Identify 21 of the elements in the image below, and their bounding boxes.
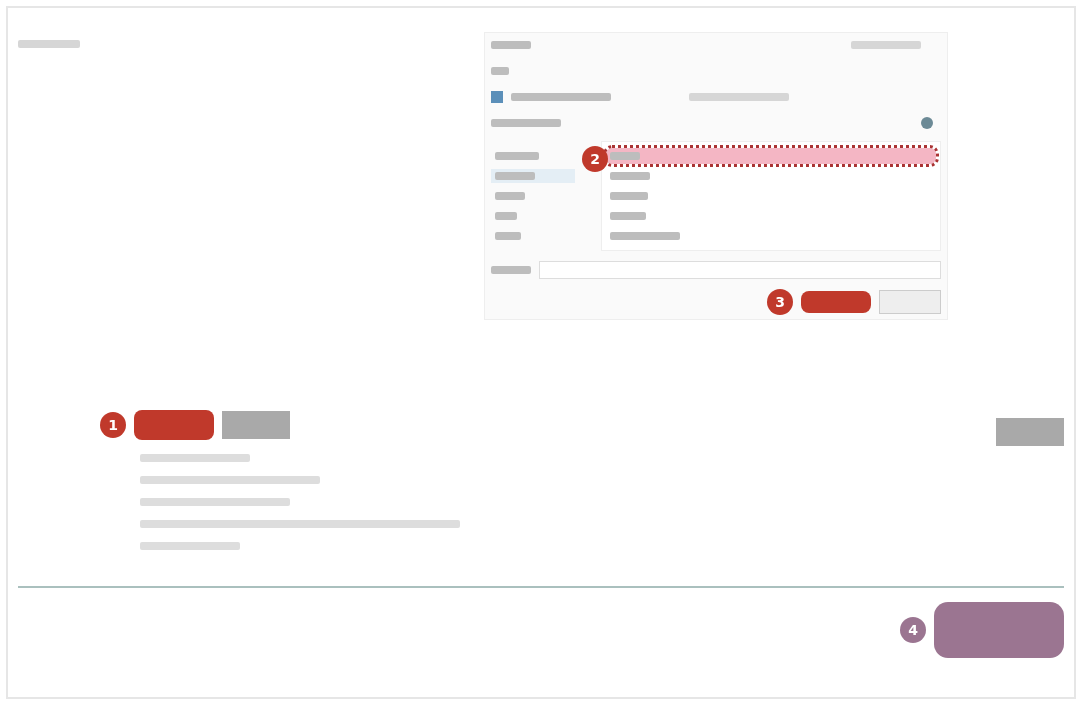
step-badge: 1 bbox=[100, 412, 126, 438]
highlighted-button[interactable] bbox=[134, 410, 214, 440]
dialog-button[interactable] bbox=[879, 290, 941, 314]
illegible-text bbox=[491, 41, 531, 49]
illegible-text bbox=[491, 266, 531, 274]
folder-icon bbox=[491, 91, 503, 103]
input-field[interactable] bbox=[539, 261, 941, 279]
illegible-text bbox=[18, 40, 80, 48]
file-row[interactable] bbox=[606, 148, 936, 164]
highlighted-button[interactable] bbox=[801, 291, 871, 313]
circle-icon bbox=[921, 117, 933, 129]
highlighted-button[interactable] bbox=[934, 602, 1064, 658]
illegible-text bbox=[491, 119, 561, 127]
illegible-text bbox=[851, 41, 921, 49]
step-badge: 2 bbox=[582, 146, 608, 172]
step-badge: 3 bbox=[767, 289, 793, 315]
sidebar-item[interactable] bbox=[491, 169, 575, 183]
secondary-button[interactable] bbox=[222, 411, 290, 439]
illegible-text bbox=[491, 67, 509, 75]
side-button[interactable] bbox=[996, 418, 1064, 446]
step-badge: 4 bbox=[900, 617, 926, 643]
